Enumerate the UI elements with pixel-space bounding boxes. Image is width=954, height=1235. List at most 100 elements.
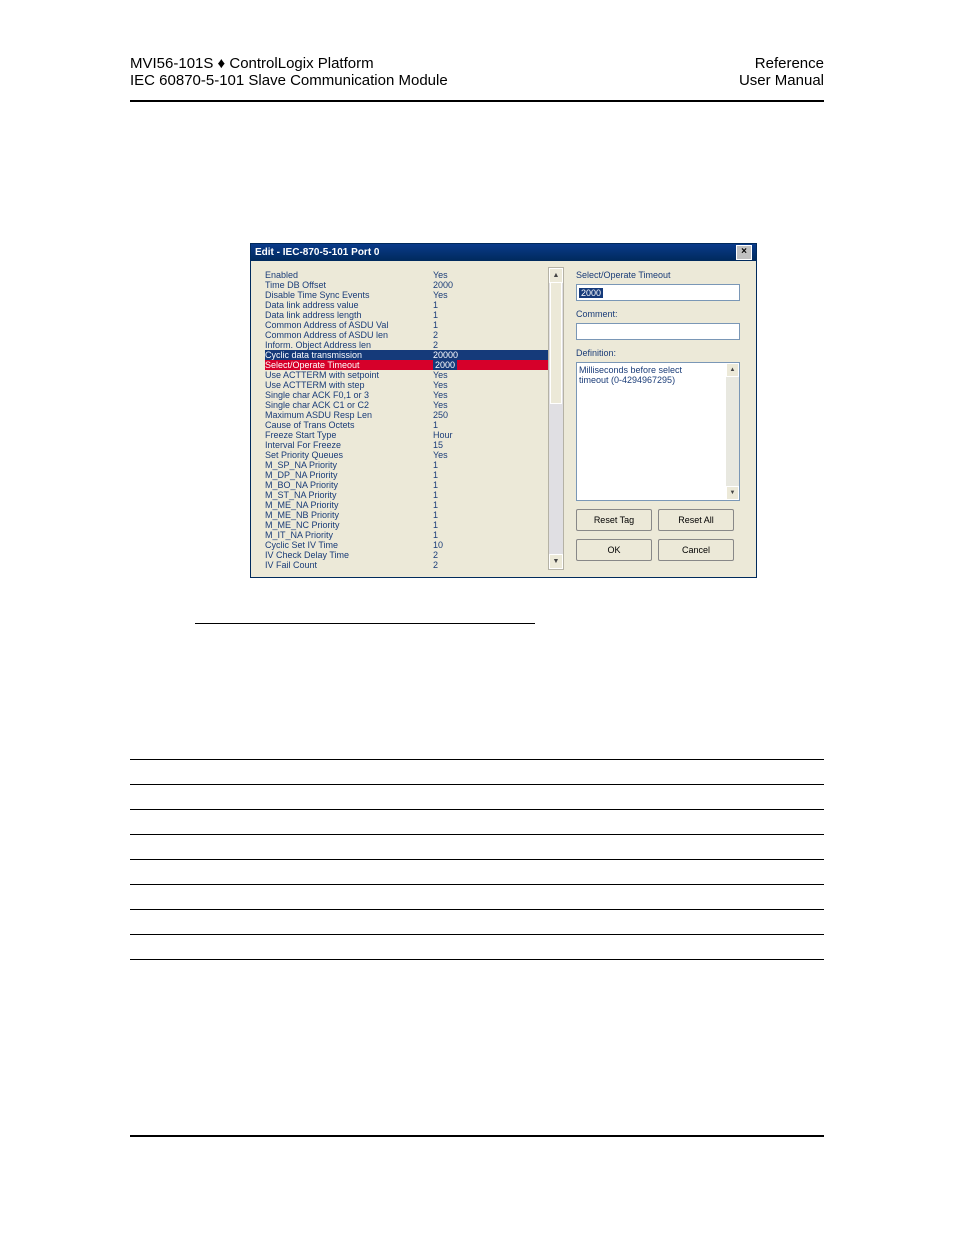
param-label: Common Address of ASDU len: [265, 330, 433, 340]
cancel-button[interactable]: Cancel: [658, 539, 734, 561]
param-value: 15: [433, 440, 493, 450]
footer-rule: [130, 1135, 824, 1137]
scroll-thumb[interactable]: [550, 282, 562, 404]
param-label: Time DB Offset: [265, 280, 433, 290]
param-value: 250: [433, 410, 493, 420]
edit-dialog: Edit - IEC-870-5-101 Port 0 × EnabledYes…: [250, 243, 757, 578]
param-label: Maximum ASDU Resp Len: [265, 410, 433, 420]
param-label: Single char ACK C1 or C2: [265, 400, 433, 410]
header-reference: Reference: [739, 55, 824, 72]
param-label: Use ACTTERM with setpoint: [265, 370, 433, 380]
page-header: MVI56-101S ♦ ControlLogix Platform IEC 6…: [130, 55, 824, 89]
scroll-down-icon[interactable]: ▼: [726, 486, 739, 500]
param-value: 10: [433, 540, 493, 550]
param-value: 1: [433, 490, 493, 500]
note-line: [130, 785, 824, 810]
param-value: 2: [433, 340, 493, 350]
param-value: 1: [433, 510, 493, 520]
param-value: 1: [433, 310, 493, 320]
note-line: [130, 910, 824, 935]
param-label: Select/Operate Timeout: [265, 360, 433, 370]
param-label: Common Address of ASDU Val: [265, 320, 433, 330]
reset-all-button[interactable]: Reset All: [658, 509, 734, 531]
param-value: Hour: [433, 430, 493, 440]
definition-scrollbar[interactable]: ▲ ▼: [726, 363, 739, 500]
param-label: M_ST_NA Priority: [265, 490, 433, 500]
param-value: 1: [433, 520, 493, 530]
note-line: [130, 760, 824, 785]
param-value: Yes: [433, 400, 493, 410]
field-name-label: Select/Operate Timeout: [576, 270, 746, 280]
param-value: Yes: [433, 390, 493, 400]
param-value: 1: [433, 320, 493, 330]
scroll-up-icon[interactable]: ▲: [726, 363, 739, 377]
detail-panel: Select/Operate Timeout 2000 Comment: Def…: [572, 267, 750, 570]
param-value: Yes: [433, 370, 493, 380]
note-line: [130, 735, 824, 760]
close-icon[interactable]: ×: [736, 245, 752, 260]
note-line: [130, 935, 824, 960]
definition-text: timeout (0-4294967295): [579, 375, 737, 385]
param-label: Freeze Start Type: [265, 430, 433, 440]
param-label: Data link address value: [265, 300, 433, 310]
param-value: Yes: [433, 270, 493, 280]
param-value: 1: [433, 300, 493, 310]
param-value: 1: [433, 420, 493, 430]
param-value: 2000: [433, 360, 457, 370]
comment-label: Comment:: [576, 309, 746, 319]
param-label: Data link address length: [265, 310, 433, 320]
param-value: 1: [433, 460, 493, 470]
param-value: 2: [433, 560, 493, 570]
scroll-down-icon[interactable]: ▼: [549, 554, 563, 569]
dialog-title: Edit - IEC-870-5-101 Port 0: [255, 244, 379, 261]
param-label: M_DP_NA Priority: [265, 470, 433, 480]
comment-input[interactable]: [576, 323, 740, 340]
param-value: 2: [433, 550, 493, 560]
definition-text: Milliseconds before select: [579, 365, 737, 375]
ok-button[interactable]: OK: [576, 539, 652, 561]
param-label: Single char ACK F0,1 or 3: [265, 390, 433, 400]
param-label: M_BO_NA Priority: [265, 480, 433, 490]
param-value: 2: [433, 330, 493, 340]
scroll-up-icon[interactable]: ▲: [549, 268, 563, 283]
param-label: M_SP_NA Priority: [265, 460, 433, 470]
param-label: IV Fail Count: [265, 560, 433, 570]
param-value: Yes: [433, 290, 493, 300]
param-value: Yes: [433, 380, 493, 390]
header-rule: [130, 100, 824, 102]
section-heading: [195, 620, 535, 624]
param-label: Inform. Object Address len: [265, 340, 433, 350]
param-value: 1: [433, 500, 493, 510]
param-value: 1: [433, 480, 493, 490]
param-value: 1: [433, 470, 493, 480]
header-product: MVI56-101S ♦ ControlLogix Platform: [130, 55, 448, 72]
list-scrollbar[interactable]: ▲ ▼: [548, 267, 564, 570]
header-right: Reference User Manual: [739, 55, 824, 89]
param-label: Cyclic data transmission: [265, 350, 433, 360]
parameter-list[interactable]: EnabledYes Time DB Offset2000 Disable Ti…: [257, 267, 550, 570]
param-label: Set Priority Queues: [265, 450, 433, 460]
param-label: Use ACTTERM with step: [265, 380, 433, 390]
param-label: Enabled: [265, 270, 433, 280]
param-value: 1: [433, 530, 493, 540]
param-value: 20000: [433, 350, 493, 360]
notes-lines: [130, 735, 824, 960]
header-manual: User Manual: [739, 72, 824, 89]
header-module: IEC 60870-5-101 Slave Communication Modu…: [130, 72, 448, 89]
param-label: M_ME_NA Priority: [265, 500, 433, 510]
note-line: [130, 835, 824, 860]
param-label: M_ME_NB Priority: [265, 510, 433, 520]
param-label: Cause of Trans Octets: [265, 420, 433, 430]
selected-row[interactable]: Select/Operate Timeout2000: [265, 360, 550, 370]
note-line: [130, 885, 824, 910]
note-line: [130, 810, 824, 835]
param-label: Interval For Freeze: [265, 440, 433, 450]
reset-tag-button[interactable]: Reset Tag: [576, 509, 652, 531]
note-line: [130, 860, 824, 885]
value-input[interactable]: 2000: [576, 284, 740, 301]
definition-box: Milliseconds before select timeout (0-42…: [576, 362, 740, 501]
param-value: Yes: [433, 450, 493, 460]
param-value: 2000: [433, 280, 493, 290]
header-left: MVI56-101S ♦ ControlLogix Platform IEC 6…: [130, 55, 448, 89]
definition-label: Definition:: [576, 348, 746, 358]
